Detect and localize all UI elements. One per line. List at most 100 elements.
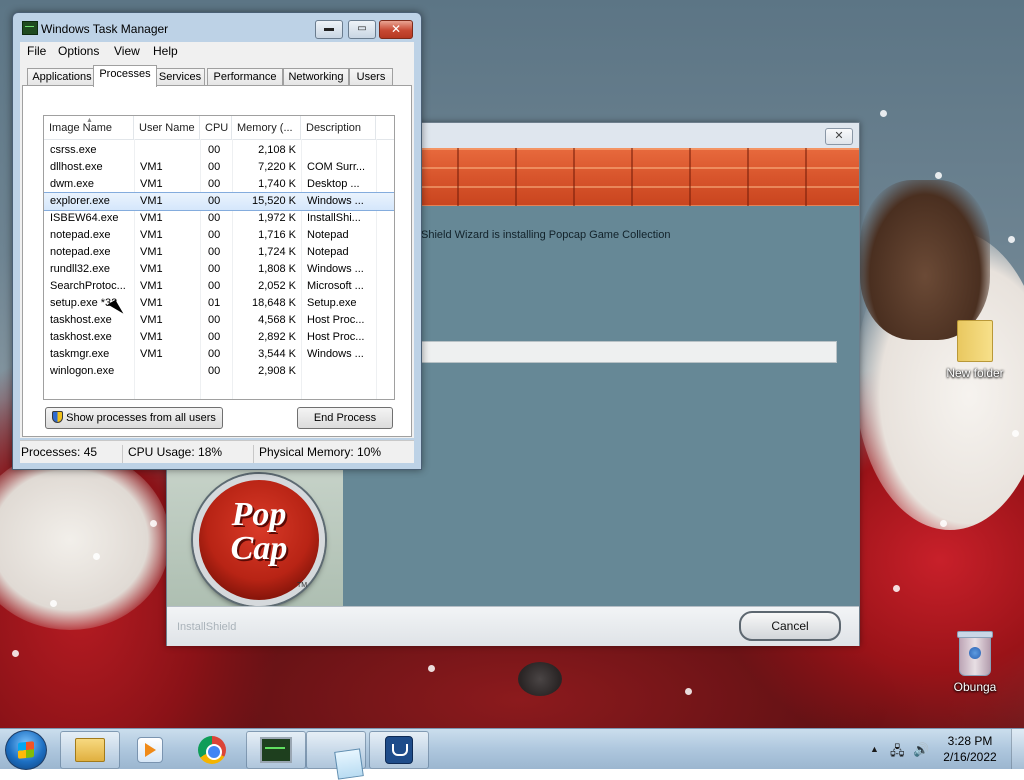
table-row[interactable]: dllhost.exe VM1 00 7,220 K COM Surr... (44, 159, 394, 176)
cell-image-name: ISBEW64.exe (50, 212, 119, 224)
maximize-button[interactable]: ▭ (348, 20, 376, 39)
folder-icon (75, 738, 105, 762)
column-cpu[interactable]: CPU (200, 116, 232, 139)
tab-processes[interactable]: Processes (93, 65, 157, 87)
snowflake (1012, 430, 1019, 437)
tab-services[interactable]: Services (155, 68, 205, 86)
sort-ascending-icon: ▲ (86, 117, 93, 124)
table-row[interactable]: SearchProtoc... VM1 00 2,052 K Microsoft ... (44, 278, 394, 295)
cell-description: Notepad (307, 229, 349, 241)
wallpaper-fur-left (0, 450, 170, 630)
taskbar-windows-explorer[interactable] (60, 731, 120, 769)
install-progress-bar (421, 341, 837, 363)
cell-image-name: rundll32.exe (50, 263, 110, 275)
install-status-message: Shield Wizard is installing Popcap Game … (421, 229, 671, 241)
table-row[interactable]: csrss.exe 00 2,108 K (44, 142, 394, 159)
cell-image-name: dwm.exe (50, 178, 95, 190)
table-row[interactable]: notepad.exe VM1 00 1,724 K Notepad (44, 244, 394, 261)
cell-memory: 1,716 K (258, 229, 296, 241)
column-memory[interactable]: Memory (... (232, 116, 301, 139)
cell-image-name: taskhost.exe (50, 331, 112, 343)
cell-image-name: winlogon.exe (50, 365, 115, 377)
task-manager-icon (22, 21, 38, 35)
clock[interactable]: 3:28 PM 2/16/2022 (936, 733, 1004, 765)
table-row[interactable]: notepad.exe VM1 00 1,716 K Notepad (44, 227, 394, 244)
cell-user-name: VM1 (140, 246, 163, 258)
cell-description: Host Proc... (307, 331, 365, 343)
cell-cpu: 01 (208, 297, 221, 309)
menu-file[interactable]: File (27, 44, 46, 58)
cell-memory: 15,520 K (251, 195, 296, 207)
popcap-panel: Pop Cap TM (167, 468, 343, 606)
task-manager-titlebar[interactable]: Windows Task Manager ▬ ▭ ✕ (13, 13, 421, 43)
cell-cpu: 00 (208, 161, 221, 173)
cell-cpu: 00 (208, 212, 221, 224)
table-row[interactable]: ISBEW64.exe VM1 00 1,972 K InstallShi... (44, 210, 394, 227)
start-button[interactable] (5, 730, 47, 770)
tab-users[interactable]: Users (349, 68, 393, 86)
cancel-button[interactable]: Cancel (739, 611, 841, 641)
cell-description: InstallShi... (307, 212, 361, 224)
process-list[interactable]: Image Name User Name CPU Memory (... Des… (43, 115, 395, 400)
desktop-icon-new-folder[interactable]: New folder (935, 320, 1015, 380)
network-icon[interactable]: 🖧 (890, 742, 905, 764)
tab-performance[interactable]: Performance (207, 68, 283, 86)
snowflake (93, 553, 100, 560)
taskbar-setup[interactable] (369, 731, 429, 769)
cell-user-name: VM1 (140, 178, 163, 190)
taskbar: ▲ 🖧 🔊 3:28 PM 2/16/2022 (0, 728, 1024, 780)
cell-description: Windows ... (307, 263, 364, 275)
taskbar-chrome[interactable] (184, 731, 240, 769)
cell-cpu: 00 (208, 263, 221, 275)
cell-cpu: 00 (208, 195, 221, 207)
media-player-icon (137, 737, 163, 763)
close-button[interactable]: ✕ (379, 20, 413, 39)
cell-cpu: 00 (208, 365, 221, 377)
snowflake (428, 665, 435, 672)
installer-icon (385, 736, 413, 764)
tab-networking[interactable]: Networking (283, 68, 349, 86)
taskbar-task-manager[interactable] (246, 731, 306, 769)
tab-applications[interactable]: Applications (27, 68, 97, 86)
column-description[interactable]: Description (301, 116, 376, 139)
table-row[interactable]: rundll32.exe VM1 00 1,808 K Windows ... (44, 261, 394, 278)
table-row[interactable]: taskhost.exe VM1 00 4,568 K Host Proc... (44, 312, 394, 329)
menu-help[interactable]: Help (153, 44, 178, 58)
status-cpu-usage: CPU Usage: 18% (128, 445, 223, 459)
cell-cpu: 00 (208, 280, 221, 292)
show-all-users-button[interactable]: Show processes from all users (45, 407, 223, 429)
show-hidden-icons-arrow-icon[interactable]: ▲ (870, 744, 879, 754)
cell-image-name: csrss.exe (50, 144, 97, 156)
end-process-button[interactable]: End Process (297, 407, 393, 429)
cell-description: Host Proc... (307, 314, 365, 326)
snowflake (940, 520, 947, 527)
cell-description (307, 142, 379, 159)
cell-description: Setup.exe (307, 297, 357, 309)
cell-user-name: VM1 (140, 161, 163, 173)
show-desktop-button[interactable] (1011, 729, 1024, 769)
process-list-header: Image Name User Name CPU Memory (... Des… (44, 116, 394, 140)
menu-options[interactable]: Options (58, 44, 99, 58)
table-row[interactable]: taskmgr.exe VM1 00 3,544 K Windows ... (44, 346, 394, 363)
taskbar-notepad[interactable] (306, 731, 366, 780)
table-row[interactable]: winlogon.exe 00 2,908 K (44, 363, 394, 380)
installer-close-button[interactable]: ✕ (825, 128, 853, 145)
column-user-name[interactable]: User Name (134, 116, 200, 139)
menu-view[interactable]: View (114, 44, 140, 58)
table-row[interactable]: setup.exe *32 VM1 01 18,648 K Setup.exe (44, 295, 394, 312)
logo-trademark: TM (297, 582, 308, 589)
desktop-icon-label: Obunga (953, 680, 997, 694)
task-manager-client: Applications Processes Services Performa… (20, 61, 414, 438)
system-tray: ▲ 🖧 🔊 3:28 PM 2/16/2022 (866, 729, 1024, 769)
status-bar: Processes: 45 CPU Usage: 18% Physical Me… (20, 440, 414, 463)
table-row[interactable]: taskhost.exe VM1 00 2,892 K Host Proc... (44, 329, 394, 346)
taskbar-media-player[interactable] (122, 731, 178, 769)
table-row-selected[interactable]: explorer.exe VM1 00 15,520 K Windows ... (44, 192, 394, 211)
desktop-icon-recycle-bin[interactable]: Obunga (935, 631, 1015, 694)
table-row[interactable]: dwm.exe VM1 00 1,740 K Desktop ... (44, 176, 394, 193)
cell-cpu: 00 (208, 229, 221, 241)
minimize-button[interactable]: ▬ (315, 20, 343, 39)
volume-icon[interactable]: 🔊 (913, 742, 929, 758)
cell-description (307, 363, 379, 380)
cell-image-name: notepad.exe (50, 246, 111, 258)
